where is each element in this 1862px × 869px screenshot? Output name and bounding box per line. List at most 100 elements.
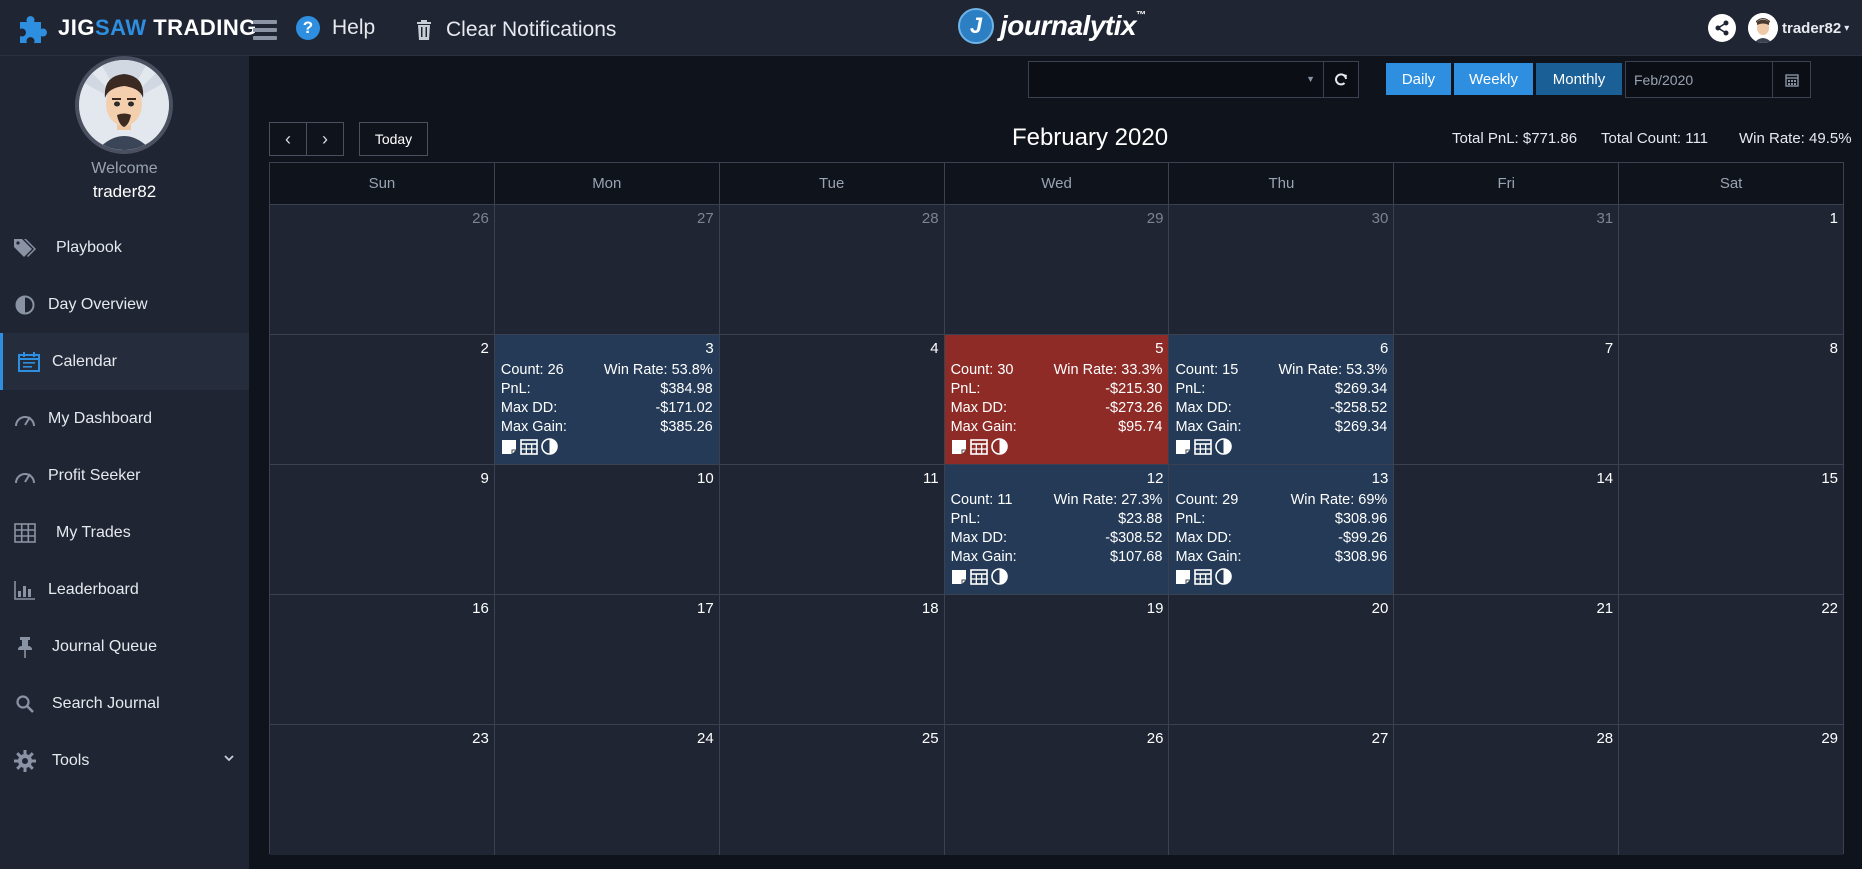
calendar-day[interactable]: 20 bbox=[1169, 595, 1395, 724]
weekly-view-button[interactable]: Weekly bbox=[1454, 63, 1533, 95]
stat-row: PnL: $269.34 bbox=[1175, 380, 1387, 399]
table-icon[interactable] bbox=[520, 438, 538, 455]
day-number: 26 bbox=[472, 210, 489, 227]
calendar-week: 2 3 Count: 26 Win Rate: 53.8% PnL: $384.98 Max… bbox=[270, 335, 1844, 465]
calendar-day[interactable]: 12 Count: 11 Win Rate: 27.3% PnL: $23.88 Max … bbox=[944, 465, 1170, 594]
trash-icon bbox=[417, 20, 431, 40]
calendar-day[interactable]: 15 bbox=[1619, 465, 1844, 594]
calendar-day[interactable]: 14 bbox=[1394, 465, 1620, 594]
note-icon[interactable] bbox=[951, 569, 967, 585]
sidebar-item-day-overview[interactable]: Day Overview bbox=[0, 276, 249, 333]
day-number: 8 bbox=[1829, 340, 1839, 357]
sidebar-item-playbook[interactable]: Playbook bbox=[0, 219, 249, 276]
calendar-day[interactable]: 19 bbox=[944, 595, 1170, 724]
sidebar-item-search-journal[interactable]: Search Journal bbox=[0, 675, 249, 732]
calendar-day[interactable]: 8 bbox=[1619, 335, 1844, 464]
calendar-day[interactable]: 11 bbox=[719, 465, 945, 594]
monthly-view-button[interactable]: Monthly bbox=[1536, 63, 1622, 95]
refresh-button[interactable] bbox=[1323, 61, 1359, 98]
stat-label: Max DD: bbox=[1175, 400, 1232, 416]
sidebar-username: trader82 bbox=[92, 182, 157, 201]
share-icon[interactable] bbox=[1708, 14, 1736, 42]
user-menu[interactable]: trader82 ▾ bbox=[1748, 13, 1849, 43]
calendar-day[interactable]: 4 bbox=[719, 335, 945, 464]
sidebar-item-journal-queue[interactable]: Journal Queue bbox=[0, 618, 249, 675]
calendar-day[interactable]: 31 bbox=[1394, 205, 1620, 334]
calendar-picker-icon[interactable] bbox=[1772, 62, 1810, 97]
note-icon[interactable] bbox=[501, 439, 517, 455]
day-number: 28 bbox=[921, 210, 939, 227]
username-top: trader82 bbox=[1782, 19, 1842, 37]
half-circle-icon[interactable] bbox=[990, 438, 1008, 455]
daily-view-button[interactable]: Daily bbox=[1386, 63, 1451, 95]
calendar-day[interactable]: 29 bbox=[1619, 725, 1844, 855]
calendar-day[interactable]: 24 bbox=[494, 725, 720, 855]
calendar-day[interactable]: 2 bbox=[270, 335, 495, 464]
calendar-day[interactable]: 21 bbox=[1394, 595, 1620, 724]
calendar-day[interactable]: 3 Count: 26 Win Rate: 53.8% PnL: $384.98 Max … bbox=[494, 335, 720, 464]
half-circle-icon[interactable] bbox=[990, 568, 1008, 585]
calendar-day[interactable]: 25 bbox=[719, 725, 945, 855]
journalytix-logo[interactable]: J journalytix™ bbox=[958, 8, 1146, 44]
calendar-day[interactable]: 5 Count: 30 Win Rate: 33.3% PnL: -$215.30 Max… bbox=[944, 335, 1170, 464]
calendar-day[interactable]: 1 bbox=[1619, 205, 1844, 334]
help-label: Help bbox=[332, 16, 376, 39]
speedometer-icon bbox=[12, 406, 38, 432]
calendar-day[interactable]: 26 bbox=[944, 725, 1170, 855]
grid-icon bbox=[12, 520, 38, 546]
sidebar-item-profit-seeker[interactable]: Profit Seeker bbox=[0, 447, 249, 504]
calendar-day[interactable]: 6 Count: 15 Win Rate: 53.3% PnL: $269.34 Max … bbox=[1169, 335, 1395, 464]
avatar bbox=[1748, 13, 1778, 43]
jigsaw-logo[interactable]: JIGSAW TRADING bbox=[16, 12, 257, 44]
stat-value: -$171.02 bbox=[655, 400, 713, 416]
table-icon[interactable] bbox=[1194, 438, 1213, 455]
calendar-day[interactable]: 29 bbox=[944, 205, 1170, 334]
calendar-day[interactable]: 30 bbox=[1169, 205, 1395, 334]
stat-row: Count: 11 Win Rate: 27.3% bbox=[951, 491, 1163, 510]
sidebar-item-calendar[interactable]: Calendar bbox=[0, 333, 249, 390]
stat-value: $384.98 bbox=[660, 381, 713, 397]
calendar-day[interactable]: 27 bbox=[494, 205, 720, 334]
day-number: 13 bbox=[1371, 470, 1389, 487]
calendar-day[interactable]: 17 bbox=[494, 595, 720, 724]
stat-label: Max Gain: bbox=[1175, 549, 1242, 565]
half-circle-icon[interactable] bbox=[541, 438, 558, 455]
calendar-day[interactable]: 28 bbox=[719, 205, 945, 334]
day-number: 6 bbox=[1379, 340, 1389, 357]
calendar-day[interactable]: 13 Count: 29 Win Rate: 69% PnL: $308.96 Max D… bbox=[1169, 465, 1395, 594]
half-circle-icon[interactable] bbox=[1215, 438, 1233, 455]
sidebar-item-my-trades[interactable]: My Trades bbox=[0, 504, 249, 561]
stat-value: -$258.52 bbox=[1330, 400, 1388, 416]
calendar-day[interactable]: 18 bbox=[719, 595, 945, 724]
sidebar-item-label: Day Overview bbox=[48, 295, 148, 313]
sidebar-item-leaderboard[interactable]: Leaderboard bbox=[0, 561, 249, 618]
calendar-day[interactable]: 22 bbox=[1619, 595, 1844, 724]
calendar-day[interactable]: 10 bbox=[494, 465, 720, 594]
half-circle-icon[interactable] bbox=[1215, 568, 1233, 585]
month-input[interactable] bbox=[1626, 62, 1766, 97]
stat-label: Count: 29 bbox=[1175, 492, 1239, 508]
day-actions bbox=[951, 568, 1011, 585]
table-icon[interactable] bbox=[1194, 568, 1213, 585]
note-icon[interactable] bbox=[951, 439, 967, 455]
calendar-day[interactable]: 26 bbox=[270, 205, 495, 334]
calendar-day[interactable]: 28 bbox=[1394, 725, 1620, 855]
avatar[interactable] bbox=[75, 56, 173, 154]
table-icon[interactable] bbox=[969, 568, 988, 585]
calendar-day[interactable]: 9 bbox=[270, 465, 495, 594]
clear-notifications-button[interactable]: Clear Notifications bbox=[416, 18, 616, 42]
calendar-day[interactable]: 27 bbox=[1169, 725, 1395, 855]
stat-value: -$308.52 bbox=[1105, 530, 1163, 546]
sidebar-item-my-dashboard[interactable]: My Dashboard bbox=[0, 390, 249, 447]
weekday-label: Mon bbox=[495, 163, 720, 204]
calendar-day[interactable]: 7 bbox=[1394, 335, 1620, 464]
help-button[interactable]: ? Help bbox=[296, 16, 375, 40]
note-icon[interactable] bbox=[1175, 569, 1191, 585]
calendar-day[interactable]: 23 bbox=[270, 725, 495, 855]
account-select[interactable]: ▼ bbox=[1028, 61, 1324, 98]
table-icon[interactable] bbox=[969, 438, 988, 455]
calendar-day[interactable]: 16 bbox=[270, 595, 495, 724]
note-icon[interactable] bbox=[1175, 439, 1191, 455]
sidebar-item-tools[interactable]: Tools bbox=[0, 732, 249, 789]
hamburger-menu-icon[interactable] bbox=[253, 20, 277, 40]
